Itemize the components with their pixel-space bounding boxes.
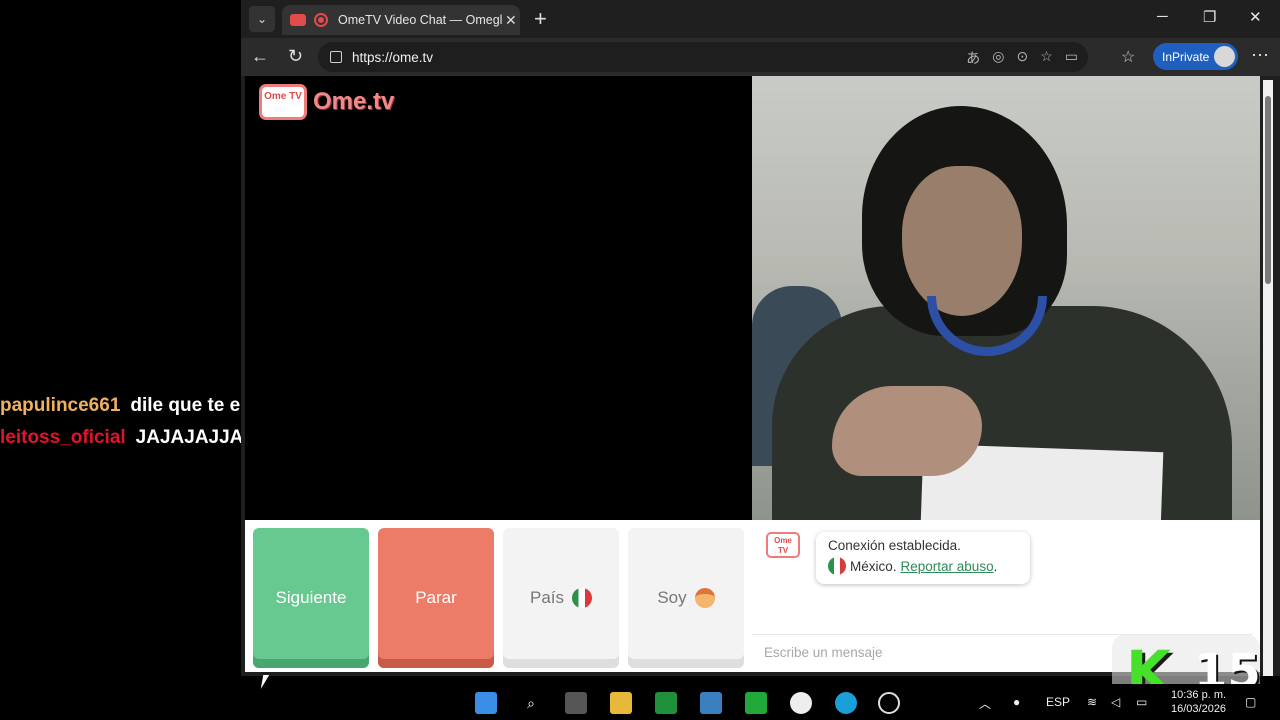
task-view-icon[interactable]	[565, 692, 587, 714]
refresh-button[interactable]: ↻	[288, 46, 303, 67]
inprivate-label: InPrivate	[1162, 49, 1210, 64]
scroll-thumb[interactable]	[1265, 96, 1271, 284]
lock-icon	[330, 51, 342, 63]
new-tab-button[interactable]: +	[534, 6, 547, 32]
country-line: México. Reportar abuso .	[828, 557, 1018, 575]
stream-chat-overlay: papulince661 dile que te enseñe sus bubi…	[0, 390, 389, 454]
tv-favicon-icon	[290, 14, 306, 26]
logo-text: Ome.tv	[313, 88, 395, 115]
favorites-icon: ☆	[1121, 49, 1136, 66]
ometv-page: Ome TV Ome.tv Siguiente Parar País Soy O…	[245, 76, 1260, 672]
tv-logo-icon: Ome TV	[766, 532, 800, 558]
inprivate-button[interactable]: InPrivate	[1153, 43, 1238, 70]
hand-shape	[832, 386, 982, 476]
country-button[interactable]: País	[503, 528, 619, 668]
chat-controls: Siguiente Parar País Soy	[245, 520, 752, 672]
close-window-button[interactable]: ✕	[1249, 8, 1262, 26]
url-text: https://ome.tv	[352, 49, 434, 65]
stop-button[interactable]: Parar	[378, 528, 494, 668]
app-nb-icon[interactable]	[655, 692, 677, 714]
camera-icon[interactable]: ▭	[1065, 48, 1078, 68]
edge-icon[interactable]	[835, 692, 857, 714]
maximize-button[interactable]: ❐	[1203, 8, 1216, 26]
ometv-logo[interactable]: Ome TV Ome.tv	[259, 84, 394, 120]
notifications-icon[interactable]: ▢	[1245, 695, 1256, 709]
own-video: Ome TV Ome.tv	[245, 76, 752, 520]
url-field[interactable]: https://ome.tv あ ◎ ⊙ ☆ ▭	[318, 42, 1088, 72]
obs-icon[interactable]	[790, 692, 812, 714]
photos-icon[interactable]	[700, 692, 722, 714]
system-message: Conexión establecida. México. Reportar a…	[816, 532, 1030, 584]
stop-label: Parar	[415, 588, 457, 607]
battery-icon[interactable]: ▭	[1136, 695, 1147, 709]
minimize-button[interactable]: ─	[1157, 8, 1168, 25]
tab-title: OmeTV Video Chat — Omegle	[338, 13, 503, 27]
gender-label: Soy	[657, 588, 687, 607]
report-suffix: .	[993, 558, 998, 574]
close-tab-icon[interactable]: ✕	[505, 12, 517, 29]
ellipsis-icon: ⋯	[1251, 45, 1269, 65]
restore-icon: ❐	[1203, 9, 1217, 26]
mexico-flag-icon	[572, 588, 593, 608]
stream-chat-line: papulince661 dile que te enseñe sus bubi…	[0, 390, 389, 422]
stream-chat-line: leitoss_oficial JAJAJAJJAA	[0, 422, 257, 454]
status-text: Conexión establecida.	[828, 538, 961, 553]
favorites-button[interactable]: ☆	[1121, 47, 1135, 67]
back-button[interactable]: ←	[251, 46, 269, 67]
tab-active[interactable]: OmeTV Video Chat — Omegle ✕	[282, 5, 520, 35]
chevron-up-icon[interactable]: ︿	[979, 695, 991, 712]
wifi-icon[interactable]: ≋	[1087, 695, 1097, 709]
start-windows-icon[interactable]	[475, 692, 497, 714]
recording-icon	[314, 13, 328, 27]
microphone-icon[interactable]: ●	[1013, 695, 1020, 709]
person-face-shape	[902, 166, 1022, 316]
arrow-left-icon: ←	[251, 46, 269, 66]
close-icon: ✕	[1249, 9, 1262, 26]
favorite-star-icon[interactable]: ☆	[1040, 48, 1053, 68]
report-abuse-link[interactable]: Reportar abuso	[901, 559, 994, 574]
country-text: México.	[850, 558, 897, 574]
country-label: País	[529, 588, 565, 607]
next-label: Siguiente	[275, 588, 347, 607]
omnibox-actions: あ ◎ ⊙ ☆ ▭	[966, 48, 1078, 68]
more-menu-button[interactable]: ⋯	[1251, 45, 1269, 66]
taskbar: ⌕ ︿ ● ESP ≋ ◁ ▭ 10:36 p. m. 16/03/2026 ▢	[241, 684, 1280, 720]
avatar	[1214, 46, 1235, 67]
next-button[interactable]: Siguiente	[253, 528, 369, 668]
chat-username: leitoss_oficial	[0, 427, 126, 448]
app-green-icon[interactable]	[745, 692, 767, 714]
browser-window: ⌄ OmeTV Video Chat — Omegle ✕ + ─ ❐ ✕ ← …	[241, 0, 1280, 676]
tracking-prevention-icon[interactable]: ◎	[992, 48, 1004, 68]
mexico-flag-icon	[828, 557, 846, 575]
page-scrollbar[interactable]	[1263, 80, 1273, 676]
screen: papulince661 dile que te enseñe sus bubi…	[0, 0, 1280, 720]
translate-icon[interactable]: あ	[966, 48, 980, 68]
volume-icon[interactable]: ◁	[1111, 695, 1120, 709]
file-explorer-icon[interactable]	[610, 692, 632, 714]
chat-username: papulince661	[0, 395, 121, 416]
search-icon[interactable]: ⌕	[520, 692, 542, 714]
refresh-icon: ↻	[288, 46, 304, 66]
plus-icon: +	[534, 6, 547, 31]
chrome-icon[interactable]	[878, 692, 900, 714]
clock-date: 16/03/2026	[1171, 703, 1227, 715]
clock-time: 10:36 p. m.	[1171, 689, 1227, 701]
chat-message: JAJAJAJJAA	[135, 427, 258, 448]
partner-video	[752, 76, 1260, 520]
language-indicator[interactable]: ESP	[1046, 695, 1070, 709]
extension-icon[interactable]: ⊙	[1016, 48, 1028, 68]
gender-button[interactable]: Soy	[628, 528, 744, 668]
tab-bar: ⌄ OmeTV Video Chat — Omegle ✕ + ─ ❐ ✕	[241, 0, 1280, 38]
clock[interactable]: 10:36 p. m. 16/03/2026	[1171, 688, 1226, 716]
boy-face-icon	[694, 588, 715, 608]
tv-logo-icon: Ome TV	[259, 84, 307, 120]
mouse-cursor-icon	[260, 675, 276, 689]
chevron-down-icon: ⌄	[256, 12, 268, 26]
minimize-icon: ─	[1157, 8, 1168, 25]
address-bar: ← ↻ https://ome.tv あ ◎ ⊙ ☆ ▭ ☆ InPrivate…	[241, 38, 1280, 76]
tab-actions-button[interactable]: ⌄	[249, 6, 275, 32]
